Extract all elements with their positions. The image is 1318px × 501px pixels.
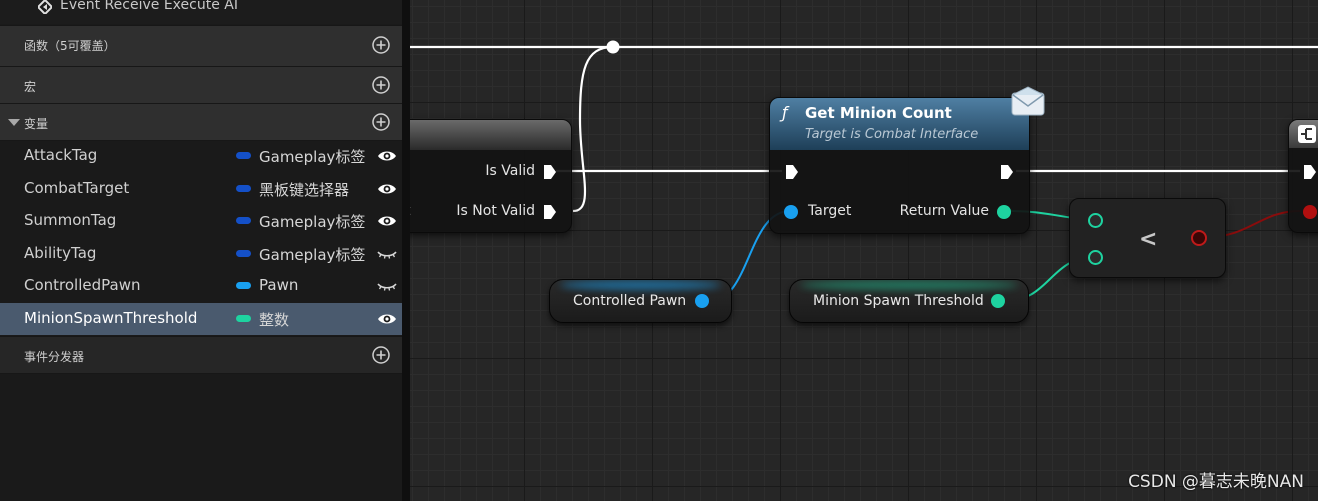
variable-row[interactable]: AbilityTag Gameplay标签 xyxy=(0,238,402,270)
branch-exec-in-pin[interactable] xyxy=(1303,164,1317,180)
compare-input-a-pin[interactable] xyxy=(1088,213,1103,228)
is-valid-pin-label: Is Valid xyxy=(485,163,535,179)
eye-open-icon[interactable] xyxy=(377,147,397,165)
compare-bool-output-pin[interactable] xyxy=(1191,230,1207,246)
compare-input-b-pin[interactable] xyxy=(1088,250,1103,265)
return-value-pin-label: Return Value xyxy=(899,203,989,219)
event-item-label: Event Receive Execute AI xyxy=(60,0,238,13)
add-macro-icon[interactable] xyxy=(372,76,390,94)
variables-section-header[interactable]: 变量 xyxy=(0,103,402,141)
is-not-valid-pin-label: Is Not Valid xyxy=(456,203,535,219)
variable-name: ControlledPawn xyxy=(24,276,141,294)
variable-row[interactable]: AttackTag Gameplay标签 xyxy=(0,140,402,172)
branch-icon xyxy=(1298,125,1316,143)
is-valid-node[interactable]: Is Valid t Is Not Valid xyxy=(410,119,572,233)
variables-section-title: 变量 xyxy=(24,117,49,131)
envelope-icon xyxy=(1011,86,1045,116)
minion-spawn-threshold-output-pin[interactable] xyxy=(991,294,1005,308)
var-node-glow xyxy=(800,280,1018,290)
variable-name: SummonTag xyxy=(24,211,117,229)
variable-row[interactable]: ControlledPawn Pawn xyxy=(0,270,402,302)
variable-type[interactable]: 黑板键选择器 xyxy=(259,179,349,200)
variable-type[interactable]: Gameplay标签 xyxy=(259,146,365,167)
is-not-valid-exec-pin[interactable] xyxy=(543,204,557,220)
add-variable-icon[interactable] xyxy=(372,113,390,131)
less-than-node[interactable]: < xyxy=(1069,198,1226,278)
functions-section-title: 函数（5可覆盖） xyxy=(24,39,116,53)
variable-type-pill-icon[interactable] xyxy=(236,282,251,289)
var-node-glow xyxy=(560,280,721,290)
variable-row[interactable]: CombatTarget 黑板键选择器 xyxy=(0,173,402,205)
macros-section-title: 宏 xyxy=(24,80,37,94)
function-node-header: ƒ Get Minion Count Target is Combat Inte… xyxy=(770,98,1029,150)
branch-node[interactable] xyxy=(1288,119,1318,233)
function-exec-in-pin[interactable] xyxy=(785,164,799,180)
target-input-pin[interactable] xyxy=(784,205,798,219)
variable-type-pill-icon[interactable] xyxy=(236,315,251,322)
event-diamond-icon xyxy=(38,0,52,14)
add-function-icon[interactable] xyxy=(372,36,390,54)
function-node-subtitle: Target is Combat Interface xyxy=(805,127,979,142)
variable-name: AttackTag xyxy=(24,146,98,164)
variable-type-pill-icon[interactable] xyxy=(236,217,251,224)
functions-section-header[interactable]: 函数（5可覆盖） xyxy=(0,25,402,67)
exec-wire-notvalid xyxy=(572,45,614,213)
function-exec-out-pin[interactable] xyxy=(1000,164,1014,180)
dispatchers-section-header[interactable]: 事件分发器 xyxy=(0,336,402,374)
variable-type[interactable]: Gameplay标签 xyxy=(259,244,365,265)
less-than-operator-label: < xyxy=(1139,227,1158,252)
function-node-title: Get Minion Count xyxy=(805,104,952,122)
minion-spawn-threshold-label: Minion Spawn Threshold xyxy=(813,293,984,309)
branch-condition-pin[interactable] xyxy=(1303,205,1317,219)
add-dispatcher-icon[interactable] xyxy=(372,346,390,364)
controlled-pawn-label: Controlled Pawn xyxy=(573,293,687,309)
controlled-pawn-output-pin[interactable] xyxy=(695,294,709,308)
watermark-text: CSDN @暮志未晚NAN xyxy=(1128,472,1304,492)
dispatchers-section-title: 事件分发器 xyxy=(24,350,85,364)
eye-open-icon[interactable] xyxy=(377,180,397,198)
variable-type-pill-icon[interactable] xyxy=(236,152,251,159)
variable-type-pill-icon[interactable] xyxy=(236,250,251,257)
collapse-caret-icon[interactable] xyxy=(8,119,20,126)
variable-row[interactable]: MinionSpawnThreshold 整数 xyxy=(0,303,402,335)
is-valid-node-header xyxy=(410,120,571,150)
branch-node-header xyxy=(1289,120,1318,148)
panel-splitter[interactable] xyxy=(402,0,410,501)
eye-closed-icon[interactable] xyxy=(377,245,397,263)
eye-open-icon[interactable] xyxy=(377,310,397,328)
eye-closed-icon[interactable] xyxy=(377,277,397,295)
minion-spawn-threshold-get-node[interactable]: Minion Spawn Threshold xyxy=(789,279,1029,323)
variable-name: AbilityTag xyxy=(24,244,97,262)
variable-type[interactable]: Gameplay标签 xyxy=(259,211,365,232)
variable-type[interactable]: 整数 xyxy=(259,309,289,330)
variable-type-pill-icon[interactable] xyxy=(236,185,251,192)
reroute-knot xyxy=(606,40,620,54)
my-blueprint-panel: Event Receive Execute AI 函数（5可覆盖） 宏 变量 A… xyxy=(0,0,402,501)
function-glyph-icon: ƒ xyxy=(782,103,788,122)
return-value-output-pin[interactable] xyxy=(997,205,1011,219)
controlled-pawn-get-node[interactable]: Controlled Pawn xyxy=(549,279,732,323)
cut-off-pin-label: t xyxy=(410,203,411,219)
blueprint-graph-canvas[interactable]: Is Valid t Is Not Valid ƒ Get Minion Cou… xyxy=(410,0,1318,501)
variable-row[interactable]: SummonTag Gameplay标签 xyxy=(0,205,402,237)
eye-open-icon[interactable] xyxy=(377,212,397,230)
variable-name: CombatTarget xyxy=(24,179,130,197)
macros-section-header[interactable]: 宏 xyxy=(0,66,402,104)
get-minion-count-node[interactable]: ƒ Get Minion Count Target is Combat Inte… xyxy=(769,97,1030,234)
is-valid-exec-pin[interactable] xyxy=(543,164,557,180)
target-pin-label: Target xyxy=(808,203,852,219)
variable-name: MinionSpawnThreshold xyxy=(24,309,198,327)
event-list-item[interactable]: Event Receive Execute AI xyxy=(0,0,402,24)
variable-type[interactable]: Pawn xyxy=(259,276,298,294)
